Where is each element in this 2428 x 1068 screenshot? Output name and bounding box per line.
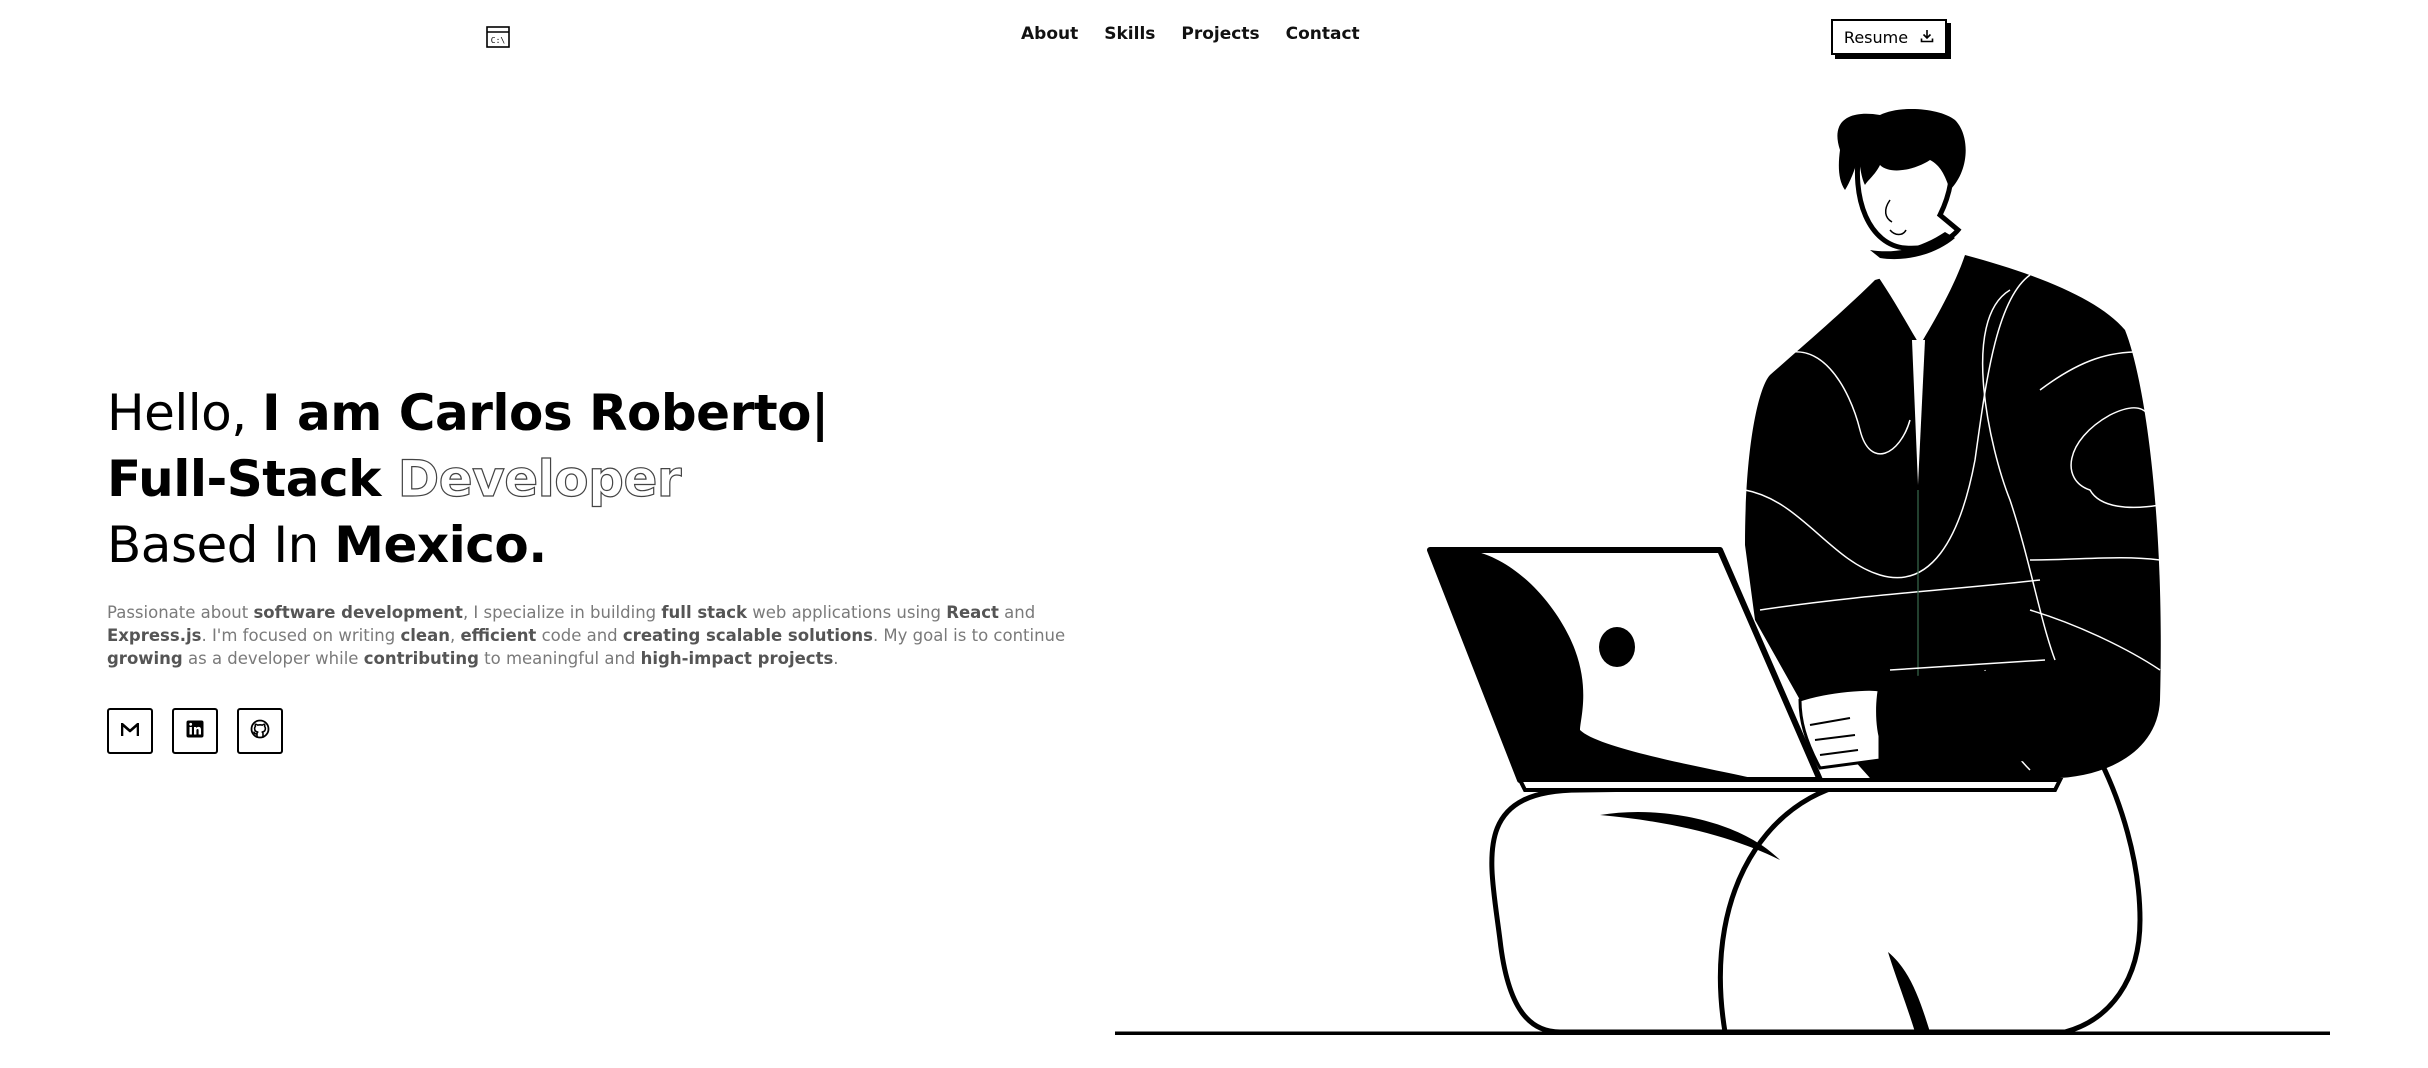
code-window-icon[interactable]: C:\ (486, 26, 510, 48)
description-text: . (833, 648, 839, 668)
description-text: . My goal is to continue (872, 625, 1066, 645)
role-text: Full-Stack (107, 450, 398, 508)
description-highlight: React (946, 602, 999, 622)
description-highlight: high-impact projects (640, 648, 834, 668)
description-text: , I specialize in building (462, 602, 662, 622)
description-text: and (998, 602, 1036, 622)
linkedin-link[interactable] (172, 708, 218, 754)
description-highlight: contributing (363, 648, 479, 668)
main-menu: About Skills Projects Contact (1021, 24, 1360, 44)
hero-description: Passionate about software development, I… (107, 601, 1107, 670)
social-links (107, 708, 283, 754)
description-text: , (449, 625, 461, 645)
location-text: Mexico. (334, 516, 547, 574)
gmail-icon (120, 722, 140, 741)
download-icon (1920, 28, 1934, 47)
description-highlight: Express.js (107, 625, 202, 645)
github-link[interactable] (237, 708, 283, 754)
illustration-svg (1115, 108, 2345, 1037)
linkedin-icon (186, 720, 204, 742)
description-highlight: growing (107, 648, 183, 668)
description-highlight: creating scalable solutions (622, 625, 873, 645)
description-text: . I'm focused on writing (201, 625, 401, 645)
resume-button[interactable]: Resume (1831, 19, 1947, 55)
hero-line-1: Hello, I am Carlos Roberto| (107, 380, 829, 446)
description-highlight: efficient (460, 625, 537, 645)
hero-name: I am Carlos Roberto| (262, 384, 829, 442)
description-text: to meaningful and (478, 648, 641, 668)
gmail-link[interactable] (107, 708, 153, 754)
nav-link-skills[interactable]: Skills (1104, 24, 1155, 44)
description-highlight: clean (400, 625, 450, 645)
hero-heading: Hello, I am Carlos Roberto| Full-Stack D… (107, 380, 829, 578)
greeting-text: Hello, (107, 384, 263, 442)
hero-line-3: Based In Mexico. (107, 512, 829, 578)
person-with-laptop-illustration (1100, 100, 2345, 1037)
nav-link-about[interactable]: About (1021, 24, 1078, 44)
resume-label: Resume (1843, 27, 1909, 47)
description-text: web applications using (746, 602, 947, 622)
top-navbar: C:\ About Skills Projects Contact Resume (0, 0, 2428, 76)
description-highlight: software development (253, 602, 463, 622)
nav-link-contact[interactable]: Contact (1286, 24, 1360, 44)
description-text: as a developer while (182, 648, 364, 668)
nav-link-projects[interactable]: Projects (1181, 24, 1259, 44)
based-prefix: Based In (107, 516, 335, 574)
description-highlight: full stack (661, 602, 747, 622)
github-icon (250, 719, 270, 743)
svg-text:C:\: C:\ (491, 36, 506, 45)
role-outline-text: Developer (397, 449, 682, 508)
description-text: Passionate about (107, 602, 254, 622)
description-text: code and (536, 625, 623, 645)
hero-line-2: Full-Stack Developer (107, 446, 829, 512)
